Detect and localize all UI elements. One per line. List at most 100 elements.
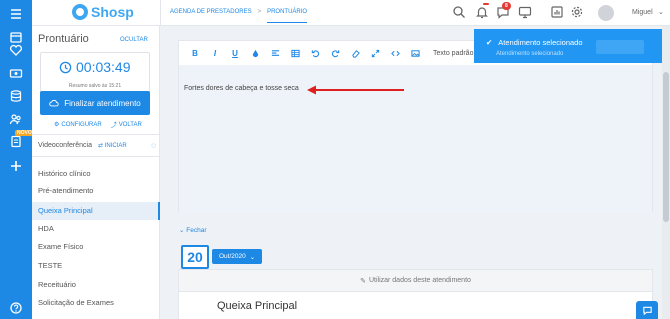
avatar[interactable] — [598, 5, 614, 21]
logo-icon — [72, 4, 88, 20]
ocultar-link[interactable]: OCULTAR — [120, 37, 148, 43]
undo-icon[interactable] — [305, 43, 325, 63]
back-icon: ⤴ — [110, 123, 117, 129]
user-menu-chevron-icon[interactable]: ⌄ — [658, 8, 664, 16]
divider — [32, 134, 160, 135]
toast-title-text: Atendimento selecionado — [498, 38, 583, 47]
italic-button[interactable]: I — [205, 43, 225, 63]
settings-icon: ⚙ — [54, 122, 60, 128]
breadcrumb: AGENDA DE PRESTADORES > PRONTUÁRIO — [170, 9, 308, 23]
breadcrumb-agenda[interactable]: AGENDA DE PRESTADORES — [170, 9, 252, 23]
voltar-label: VOLTAR — [118, 121, 142, 128]
utilizar-label: Utilizar dados deste atendimento — [368, 277, 471, 284]
iniciar-label: INICIAR — [104, 143, 127, 149]
editor-textarea[interactable]: Fortes dores de cabeça e tosse seca — [179, 65, 652, 213]
finalizar-atendimento-button[interactable]: Finalizar atendimento — [40, 91, 150, 115]
date-day-box: 20 — [181, 245, 209, 269]
bell-icon[interactable] — [475, 5, 489, 24]
queixa-principal-title: Queixa Principal — [217, 300, 298, 312]
chat-bubble-icon — [642, 306, 652, 315]
timer-box: 00:03:49 Resumo salvo às 15:21 — [40, 52, 150, 94]
month-label: Out/2020 — [219, 253, 246, 260]
image-icon[interactable] — [405, 43, 425, 63]
breadcrumb-prontuario[interactable]: PRONTUÁRIO — [267, 9, 308, 23]
nav-item-queixa-principal[interactable]: Queixa Principal — [32, 202, 160, 220]
logo-text: Shosp — [91, 4, 134, 20]
finalizar-label: Finalizar atendimento — [64, 98, 141, 108]
code-icon[interactable] — [385, 43, 405, 63]
chat-badge: 8 — [502, 2, 511, 10]
plus-icon[interactable] — [6, 156, 26, 176]
money-icon[interactable] — [6, 63, 26, 83]
atendimento-card: ✎ Utilizar dados deste atendimento Queix… — [178, 269, 653, 319]
eraser-icon[interactable] — [345, 43, 365, 63]
voltar-link[interactable]: ⤴ VOLTAR — [110, 120, 142, 130]
rich-text-editor: B I U Texto padrão Fortes dores de cabeç… — [178, 40, 653, 213]
toast-title: ✔ Atendimento selecionado — [486, 38, 583, 47]
fechar-link[interactable]: ⌄ Fechar — [179, 226, 207, 234]
toast-subtitle: Atendimento selecionado — [496, 51, 564, 57]
prontuario-panel: Prontuário OCULTAR 00:03:49 Resumo salvo… — [32, 26, 160, 319]
nav-item-receituario[interactable]: Receituário — [32, 276, 160, 294]
table-icon[interactable] — [285, 43, 305, 63]
timer-subtitle: Resumo salvo às 15:21 — [68, 83, 122, 89]
color-drop-icon[interactable] — [245, 43, 265, 63]
nav-item-teste[interactable]: TESTE — [32, 257, 160, 275]
video-chat-icon[interactable]: ◌ — [151, 141, 156, 150]
reports-icon[interactable] — [550, 5, 564, 24]
editor-content: Fortes dores de cabeça e tosse seca — [184, 85, 299, 92]
main-content: B I U Texto padrão Fortes dores de cabeç… — [166, 26, 661, 319]
videoconferencia-row: Videoconferência ⇄ INICIAR ◌ — [38, 141, 156, 150]
red-arrow-annotation — [307, 85, 404, 95]
gear-icon[interactable] — [570, 5, 584, 24]
timer: 00:03:49 — [59, 59, 131, 75]
monitor-icon[interactable] — [518, 5, 532, 24]
scrollbar[interactable] — [662, 26, 670, 319]
doctors-icon[interactable] — [6, 109, 26, 129]
breadcrumb-separator: > — [257, 9, 262, 15]
novo-badge: NOVO — [15, 130, 34, 136]
toast-background-button — [596, 40, 644, 54]
underline-button[interactable]: U — [225, 43, 245, 63]
videoconferencia-label: Videoconferência — [38, 142, 92, 149]
utilizar-dados-button[interactable]: ✎ Utilizar dados deste atendimento — [179, 270, 652, 292]
timer-value: 00:03:49 — [76, 59, 131, 75]
app-logo[interactable]: Shosp — [72, 4, 134, 20]
fullscreen-icon[interactable] — [365, 43, 385, 63]
bold-button[interactable]: B — [185, 43, 205, 63]
fechar-label: Fechar — [186, 227, 207, 234]
redo-icon[interactable] — [325, 43, 345, 63]
configurar-label: CONFIGURAR — [61, 121, 102, 128]
cloud-icon — [49, 99, 59, 107]
nav-item-pre-atendimento[interactable]: Pré-atendimento — [32, 182, 160, 200]
help-icon[interactable] — [6, 298, 26, 318]
scrollbar-thumb[interactable] — [663, 72, 669, 222]
database-icon[interactable] — [6, 86, 26, 106]
panel-actions: ⚙ CONFIGURAR ⤴ VOLTAR — [54, 120, 142, 130]
user-name[interactable]: Miguel — [632, 9, 653, 16]
historico-title: Histórico clínico — [38, 169, 91, 178]
iniciar-video-link[interactable]: ⇄ INICIAR — [98, 142, 127, 149]
toast-notification[interactable]: ✔ Atendimento selecionado Atendimento se… — [474, 29, 662, 63]
nav-item-hda[interactable]: HDA — [32, 220, 160, 238]
clock-icon — [59, 61, 72, 73]
icon-rail: NOVO — [0, 0, 34, 319]
search-icon[interactable] — [452, 5, 466, 24]
chat-fab-button[interactable] — [636, 301, 658, 319]
check-icon: ✔ — [486, 38, 493, 47]
header-divider — [160, 0, 161, 26]
heart-icon[interactable] — [6, 40, 26, 60]
align-icon[interactable] — [265, 43, 285, 63]
pencil-icon: ✎ — [360, 277, 366, 285]
month-dropdown[interactable]: Out/2020 ⌄ — [212, 249, 263, 264]
nav-item-exame-fisico[interactable]: Exame Físico — [32, 238, 160, 256]
notification-badge — [483, 3, 489, 5]
chevron-down-icon: ⌄ — [249, 253, 256, 261]
panel-title: Prontuário — [38, 33, 89, 45]
texto-padrao-dropdown[interactable]: Texto padrão — [433, 50, 473, 57]
top-header: Shosp AGENDA DE PRESTADORES > PRONTUÁRIO… — [32, 0, 670, 26]
nav-item-solicitacao-exames[interactable]: Solicitação de Exames — [32, 294, 160, 312]
menu-icon[interactable] — [6, 4, 26, 24]
configurar-link[interactable]: ⚙ CONFIGURAR — [54, 120, 102, 129]
divider — [32, 156, 160, 157]
